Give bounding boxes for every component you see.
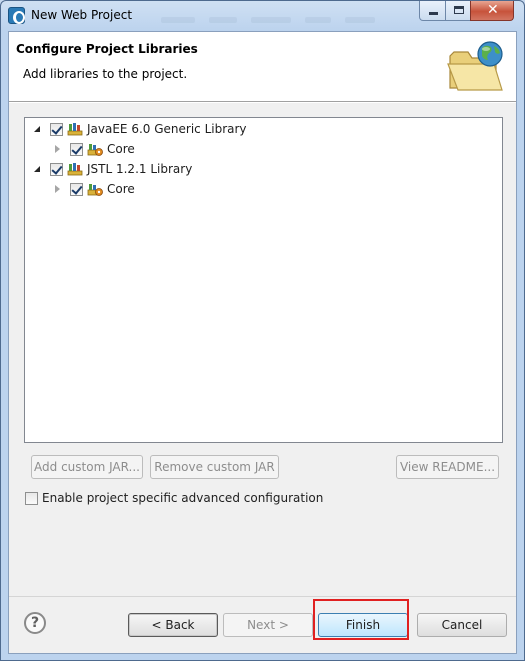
expand-arrow-icon[interactable] <box>53 184 63 194</box>
tree-node-javaee-core[interactable]: Core <box>53 140 135 158</box>
javaee-library-checkbox[interactable] <box>50 122 63 136</box>
minimize-button[interactable] <box>419 1 446 21</box>
tree-node-label: JSTL 1.2.1 Library <box>87 162 193 176</box>
minimize-icon <box>429 12 438 15</box>
library-component-icon <box>87 144 103 156</box>
tree-node-javaee[interactable]: JavaEE 6.0 Generic Library <box>33 120 247 138</box>
footer-divider <box>9 596 516 597</box>
finish-highlight-box <box>313 599 409 640</box>
library-icon <box>67 163 83 176</box>
expand-arrow-icon[interactable] <box>53 144 63 154</box>
view-readme-button[interactable]: View README... <box>396 455 499 479</box>
window-title: New Web Project <box>31 8 133 22</box>
close-button[interactable]: ✕ <box>470 1 514 21</box>
background-window-menu <box>161 12 421 23</box>
tree-node-label: Core <box>107 142 135 156</box>
advanced-config-option[interactable]: Enable project specific advanced configu… <box>25 491 323 505</box>
library-tree[interactable]: JavaEE 6.0 Generic Library Core JSTL 1.2… <box>24 117 503 443</box>
remove-custom-jar-button[interactable]: Remove custom JAR <box>150 455 279 479</box>
app-icon <box>8 7 25 24</box>
dialog-window: New Web Project ✕ Configure Project Libr… <box>0 0 525 661</box>
next-button[interactable]: Next > <box>223 613 313 637</box>
page-subtitle: Add libraries to the project. <box>23 67 188 81</box>
tree-node-label: JavaEE 6.0 Generic Library <box>87 122 247 136</box>
maximize-button[interactable] <box>445 1 471 21</box>
tree-node-jstl-core[interactable]: Core <box>53 180 135 198</box>
cancel-button[interactable]: Cancel <box>417 613 507 637</box>
title-bar[interactable]: New Web Project ✕ <box>1 1 524 31</box>
wizard-header: Configure Project Libraries Add librarie… <box>9 32 516 102</box>
tree-node-jstl[interactable]: JSTL 1.2.1 Library <box>33 160 192 178</box>
maximize-icon <box>454 6 464 14</box>
advanced-config-checkbox[interactable] <box>25 491 38 505</box>
tree-node-label: Core <box>107 182 135 196</box>
advanced-config-label: Enable project specific advanced configu… <box>42 491 324 505</box>
collapse-arrow-icon[interactable] <box>33 164 43 174</box>
library-icon <box>67 123 83 136</box>
dialog-body: Configure Project Libraries Add librarie… <box>8 31 517 654</box>
help-icon[interactable]: ? <box>24 612 46 634</box>
back-button[interactable]: < Back <box>128 613 218 637</box>
library-component-icon <box>87 184 103 196</box>
javaee-core-checkbox[interactable] <box>70 142 83 156</box>
jstl-core-checkbox[interactable] <box>70 182 83 196</box>
page-title: Configure Project Libraries <box>16 42 198 56</box>
header-divider <box>9 102 516 103</box>
collapse-arrow-icon[interactable] <box>33 124 43 134</box>
add-custom-jar-button[interactable]: Add custom JAR... <box>31 455 143 479</box>
folder-globe-icon <box>447 41 503 91</box>
close-icon: ✕ <box>487 2 499 18</box>
jstl-library-checkbox[interactable] <box>50 162 63 176</box>
